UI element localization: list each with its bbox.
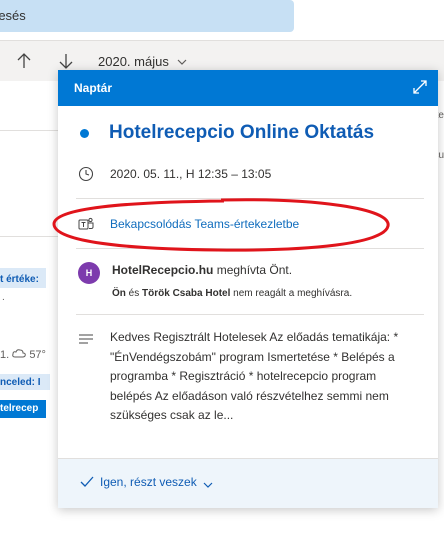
description-lines-icon	[78, 332, 94, 344]
checkmark-icon	[80, 476, 94, 488]
rsvp-label: Igen, részt veszek	[100, 475, 197, 489]
event-title: Hotelrecepcio Online Oktatás	[109, 122, 375, 143]
event-datetime: 2020. 05. 11., H 12:35 – 13:05	[110, 167, 272, 181]
avatar: H	[78, 262, 100, 284]
datetime-row: 2020. 05. 11., H 12:35 – 13:05	[78, 166, 271, 182]
grid-line	[0, 130, 60, 131]
top-bar: resés	[0, 0, 444, 40]
popup-footer: Igen, részt veszek	[58, 458, 438, 508]
expand-icon[interactable]	[412, 79, 428, 95]
event-label: .	[2, 292, 5, 303]
invited-text: meghívta Önt.	[216, 263, 293, 277]
event-chip-label: telrecep	[0, 403, 39, 414]
search-text: resés	[0, 8, 26, 23]
event-chip[interactable]: telrecep	[0, 400, 46, 418]
popup-header: Naptár	[58, 70, 438, 106]
event-label: nceled: I	[0, 377, 41, 388]
chevron-down-icon	[203, 478, 213, 488]
arrow-down-icon[interactable]	[56, 51, 76, 71]
organizer-invite-text: HotelRecepcio.hu meghívta Önt.	[112, 263, 292, 277]
response-status-text: Ön és Török Csaba Hotel nem reagált a me…	[112, 288, 352, 299]
weather-temp: 57°	[29, 349, 46, 361]
calendar-color-dot	[80, 128, 89, 138]
arrow-up-icon[interactable]	[14, 51, 34, 71]
month-label: 2020. május	[98, 54, 169, 69]
cloud-icon	[12, 349, 29, 361]
search-box[interactable]: resés	[0, 0, 294, 32]
status-you: Ön	[112, 288, 126, 299]
rsvp-accept-button[interactable]: Igen, részt veszek	[80, 475, 213, 489]
organizer-name: HotelRecepcio.hu	[112, 263, 214, 277]
event-title-row: Hotelrecepcio Online Oktatás	[80, 122, 374, 144]
event-popup: Naptár Hotelrecepcio Online Oktatás 2020…	[58, 70, 438, 508]
clock-icon	[78, 166, 94, 182]
popup-header-title: Naptár	[74, 81, 113, 95]
weather-item: 1. 57°	[0, 349, 46, 361]
status-other: Török Csaba Hotel	[142, 288, 231, 299]
status-text: nem reagált a meghívásra.	[233, 288, 353, 299]
event-description: Kedves Regisztrált Hotelesek Az előadás …	[110, 330, 399, 422]
chevron-down-icon	[174, 58, 187, 69]
month-selector[interactable]: 2020. május	[98, 54, 187, 69]
event-label: t értéke:	[0, 274, 39, 285]
divider	[76, 314, 424, 315]
red-ellipse-annotation	[52, 198, 390, 252]
status-and: és	[128, 288, 140, 299]
